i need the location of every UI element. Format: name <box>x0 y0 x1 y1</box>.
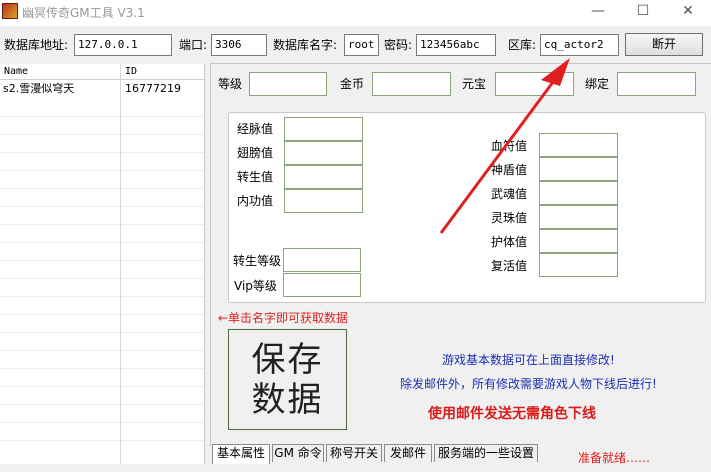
annotation-arrow <box>439 58 570 234</box>
annotation-arrow-head <box>541 58 570 86</box>
annotation-arrow-shaft <box>439 77 558 234</box>
